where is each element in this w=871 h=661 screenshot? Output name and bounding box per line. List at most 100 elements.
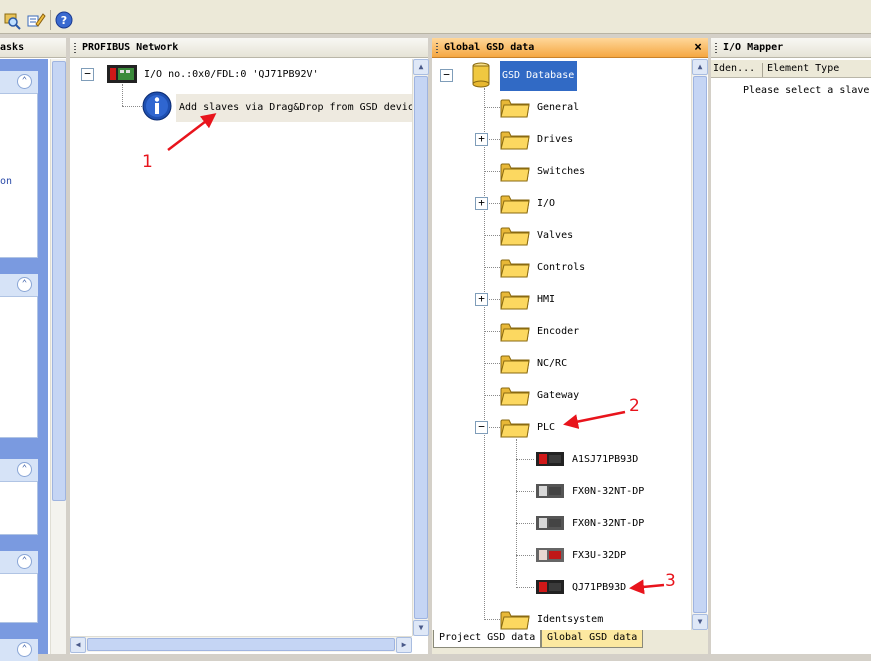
folder-icon [500, 191, 530, 215]
collapse-master-toggle[interactable]: − [81, 68, 94, 81]
folder-icon [500, 223, 530, 247]
folder-icon [500, 351, 530, 375]
tree-connector [516, 491, 534, 492]
collapse-icon[interactable]: ⌃ [17, 74, 32, 89]
gsd-panel-title: Global GSD data × [432, 38, 708, 58]
toolbar-separator [50, 10, 51, 30]
tree-item-valves[interactable]: Valves [537, 230, 573, 241]
tree-item-gateway[interactable]: Gateway [537, 390, 579, 401]
hint-row: Add slaves via Drag&Drop from GSD device [176, 94, 426, 122]
scroll-thumb[interactable] [414, 76, 428, 619]
task-group [0, 481, 38, 535]
scroll-up-icon[interactable]: ▲ [413, 59, 429, 75]
annotation-label-2: 2 [629, 396, 640, 416]
tree-connector [516, 587, 534, 588]
scroll-thumb[interactable] [52, 61, 66, 501]
gsd-panel: Global GSD data × − GSD Database General + D… [432, 38, 708, 654]
toolbar: ? [0, 6, 871, 34]
tree-item-nc-rc[interactable]: NC/RC [537, 358, 567, 369]
help-icon[interactable]: ? [54, 10, 74, 30]
tree-item-plc-device[interactable]: QJ71PB93D [572, 582, 626, 593]
tree-item-gsd-database[interactable]: GSD Database [500, 61, 577, 91]
network-hscrollbar[interactable]: ◀ ▶ [70, 636, 412, 653]
tree-item-general[interactable]: General [537, 102, 579, 113]
scroll-thumb[interactable] [87, 638, 395, 651]
task-group: on [0, 93, 38, 258]
annotation-label-1: 1 [142, 152, 153, 172]
tree-item-plc[interactable]: PLC [537, 422, 555, 433]
tree-item-plc-device[interactable]: FX3U-32DP [572, 550, 626, 561]
collapse-icon[interactable]: ⌃ [17, 462, 32, 477]
io-mapper-title: I/O Mapper [711, 38, 871, 58]
folder-icon [500, 255, 530, 279]
network-panel-title: PROFIBUS Network [70, 38, 428, 58]
master-module-icon [107, 65, 137, 83]
network-vscrollbar[interactable]: ▲ ▼ [412, 59, 429, 636]
task-group [0, 296, 38, 438]
collapse-icon[interactable]: ⌃ [17, 277, 32, 292]
tree-item-drives[interactable]: Drives [537, 134, 573, 145]
master-label[interactable]: I/O no.:0x0/FDL:0 'QJ71PB92V' [144, 69, 319, 80]
scroll-up-icon[interactable]: ▲ [692, 59, 708, 75]
io-mapper-header: Iden... Element Type [711, 60, 871, 78]
tasks-panel-title: Tasks [0, 38, 66, 58]
tab-project-gsd-data[interactable]: Project GSD data [433, 630, 542, 648]
task-group-header[interactable]: ⌃ [0, 551, 38, 573]
tree-connector [484, 395, 500, 396]
plc-module-icon [536, 484, 564, 498]
tree-item-plc-device[interactable]: FX0N-32NT-DP [572, 486, 644, 497]
scroll-down-icon[interactable]: ▼ [413, 620, 429, 636]
scroll-left-icon[interactable]: ◀ [70, 637, 86, 653]
task-group-header[interactable]: ⌃ [0, 274, 38, 296]
column-header-iden[interactable]: Iden... [713, 63, 763, 77]
find-icon[interactable] [2, 10, 22, 30]
tree-connector [484, 88, 485, 620]
tree-connector [516, 523, 534, 524]
tab-global-gsd-data[interactable]: Global GSD data [541, 630, 644, 648]
task-group-header[interactable]: ⌃ [0, 459, 38, 481]
tree-connector [516, 555, 534, 556]
collapse-root-toggle[interactable]: − [440, 69, 453, 82]
hint-text: Add slaves via Drag&Drop from GSD device [179, 102, 420, 113]
tree-item-hmi[interactable]: HMI [537, 294, 555, 305]
tree-item-identsystem[interactable]: Identsystem [537, 614, 603, 625]
tree-connector [484, 107, 500, 108]
network-panel: PROFIBUS Network − I/O no.:0x0/FDL:0 'QJ… [70, 38, 429, 654]
tree-connector [484, 235, 500, 236]
tree-connector [484, 619, 500, 620]
scroll-thumb[interactable] [693, 76, 707, 613]
expand-toggle-hmi[interactable]: + [475, 293, 488, 306]
edit-icon[interactable] [26, 10, 46, 30]
database-icon [472, 62, 490, 88]
expand-toggle-drives[interactable]: + [475, 133, 488, 146]
gsd-vscrollbar[interactable]: ▲ ▼ [691, 59, 708, 631]
plc-module-icon [536, 580, 564, 594]
tree-item-controls[interactable]: Controls [537, 262, 585, 273]
close-icon[interactable]: × [694, 38, 702, 57]
tree-item-plc-device[interactable]: FX0N-32NT-DP [572, 518, 644, 529]
tree-item-i-o[interactable]: I/O [537, 198, 555, 209]
info-icon [142, 91, 172, 121]
tree-connector [122, 84, 123, 106]
scroll-down-icon[interactable]: ▼ [692, 614, 708, 630]
folder-icon [500, 415, 530, 439]
tree-connector [484, 363, 500, 364]
expand-toggle-i-o[interactable]: + [475, 197, 488, 210]
task-group-header[interactable]: ⌃ [0, 639, 38, 661]
task-group [0, 573, 38, 623]
tasks-scrollbar[interactable] [50, 59, 66, 654]
collapse-icon[interactable]: ⌃ [17, 642, 32, 657]
folder-icon [500, 287, 530, 311]
plc-module-icon [536, 452, 564, 466]
folder-icon [500, 95, 530, 119]
tree-item-encoder[interactable]: Encoder [537, 326, 579, 337]
expand-toggle-plc[interactable]: − [475, 421, 488, 434]
tree-connector [484, 267, 500, 268]
io-mapper-panel: I/O Mapper Iden... Element Type Please s… [711, 38, 871, 654]
tree-item-plc-device[interactable]: A1SJ71PB93D [572, 454, 638, 465]
collapse-icon[interactable]: ⌃ [17, 554, 32, 569]
scroll-right-icon[interactable]: ▶ [396, 637, 412, 653]
column-header-element-type[interactable]: Element Type [767, 63, 839, 74]
tree-item-switches[interactable]: Switches [537, 166, 585, 177]
task-group-header[interactable]: ⌃ [0, 71, 38, 93]
